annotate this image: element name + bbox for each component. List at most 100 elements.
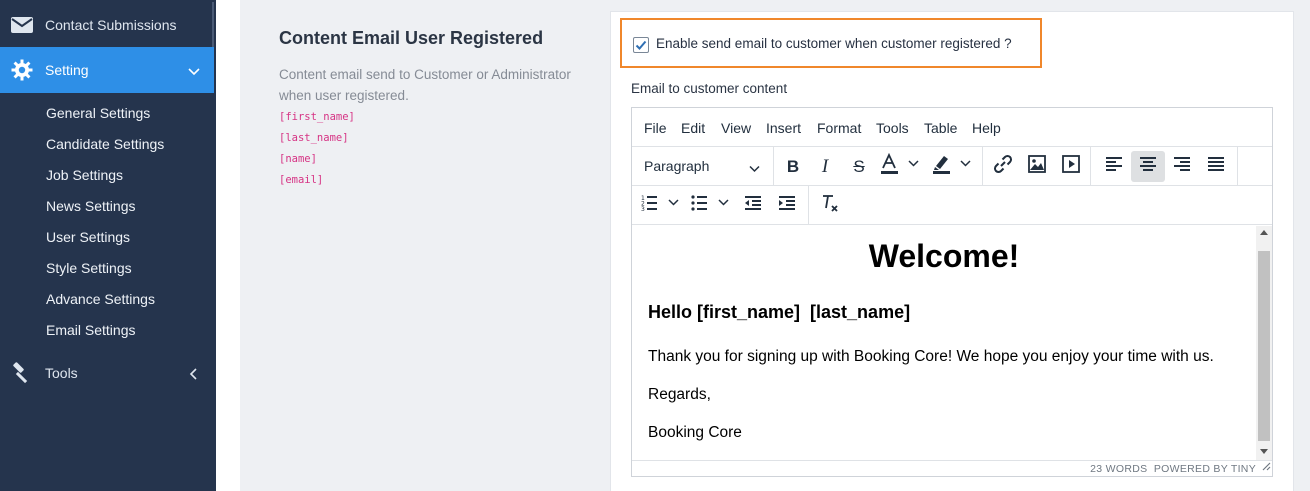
menu-table[interactable]: Table xyxy=(924,120,957,136)
menu-file[interactable]: File xyxy=(644,120,667,136)
align-left-icon xyxy=(1105,156,1123,177)
toolbar-separator xyxy=(982,147,983,185)
sidebar-subitem-email-settings[interactable]: Email Settings xyxy=(46,322,135,338)
block-format-dropdown[interactable]: Paragraph xyxy=(644,147,762,185)
outdent-icon xyxy=(744,195,762,216)
align-center-button[interactable] xyxy=(1131,151,1165,182)
sidebar-subitem-user-settings[interactable]: User Settings xyxy=(46,229,130,245)
align-justify-button[interactable] xyxy=(1199,151,1233,182)
link-icon xyxy=(993,154,1013,179)
menu-insert[interactable]: Insert xyxy=(766,120,801,136)
hammer-icon xyxy=(10,361,34,385)
sidebar-item-setting[interactable]: Setting xyxy=(0,47,214,93)
content-paragraph: Regards, xyxy=(648,386,711,403)
editor-toolbar-row-1: Paragraph B I S xyxy=(632,147,1272,186)
clear-formatting-button[interactable] xyxy=(813,190,847,221)
section-title: Content Email User Registered xyxy=(279,28,544,48)
settings-card: Enable send email to customer when custo… xyxy=(610,11,1294,491)
sidebar-item-label: Setting xyxy=(45,62,89,78)
indent-icon xyxy=(778,195,796,216)
placeholder-name: [name] xyxy=(279,153,317,165)
indent-button[interactable] xyxy=(770,190,804,221)
editor-menubar: File Edit View Insert Format Tools Table… xyxy=(632,108,1272,147)
align-right-button[interactable] xyxy=(1165,151,1199,182)
block-format-value: Paragraph xyxy=(644,158,710,174)
link-button[interactable] xyxy=(986,151,1020,182)
bullet-list-button[interactable] xyxy=(688,190,736,221)
content-field-label: Email to customer content xyxy=(631,81,788,96)
strikethrough-icon: S xyxy=(853,156,865,176)
outdent-button[interactable] xyxy=(736,190,770,221)
italic-button[interactable]: I xyxy=(808,151,842,182)
menu-edit[interactable]: Edit xyxy=(681,120,705,136)
media-button[interactable] xyxy=(1054,151,1088,182)
align-center-icon xyxy=(1139,156,1157,177)
chevron-down-icon xyxy=(749,161,760,177)
sidebar-item-tools[interactable]: Tools xyxy=(0,350,214,396)
main-gutter xyxy=(216,0,240,491)
enable-email-label[interactable]: Enable send email to customer when custo… xyxy=(656,36,1012,51)
placeholder-last-name: [last_name] xyxy=(279,132,349,144)
align-right-icon xyxy=(1173,156,1191,177)
sidebar-subitem-job-settings[interactable]: Job Settings xyxy=(46,167,123,183)
sidebar-item-label: Contact Submissions xyxy=(45,17,177,33)
content-greeting: Hello [first_name] [last_name] xyxy=(648,302,911,322)
bold-icon: B xyxy=(786,156,800,176)
powered-by-link[interactable]: POWERED BY TINY xyxy=(1154,463,1256,475)
enable-email-highlight: Enable send email to customer when custo… xyxy=(620,18,1042,68)
sidebar-subitem-general-settings[interactable]: General Settings xyxy=(46,105,150,121)
scroll-up-arrow-icon[interactable] xyxy=(1260,230,1268,235)
scroll-down-arrow-icon[interactable] xyxy=(1260,449,1268,454)
image-icon xyxy=(1027,154,1047,179)
placeholder-first-name: [first_name] xyxy=(279,111,355,123)
clear-formatting-icon xyxy=(820,193,840,218)
italic-icon: I xyxy=(821,155,829,177)
resize-handle-icon[interactable] xyxy=(1262,458,1271,476)
highlight-color-button[interactable] xyxy=(928,151,978,182)
sidebar-subitem-advance-settings[interactable]: Advance Settings xyxy=(46,291,155,307)
numbered-list-icon: 123 xyxy=(640,194,684,217)
media-play-icon xyxy=(1061,154,1081,179)
editor-scrollbar[interactable] xyxy=(1256,226,1272,460)
image-button[interactable] xyxy=(1020,151,1054,182)
sidebar-item-contact-submissions[interactable]: Contact Submissions xyxy=(0,2,214,48)
highlight-pen-icon xyxy=(931,153,975,180)
enable-email-checkbox[interactable] xyxy=(633,37,649,53)
svg-text:3: 3 xyxy=(641,206,645,212)
content-paragraph: Thank you for signing up with Booking Co… xyxy=(648,348,1214,365)
gear-icon xyxy=(10,58,34,82)
toolbar-separator xyxy=(773,147,774,185)
bold-button[interactable]: B xyxy=(776,151,810,182)
menu-view[interactable]: View xyxy=(721,120,751,136)
scrollbar-thumb[interactable] xyxy=(1258,251,1270,441)
menu-help[interactable]: Help xyxy=(972,120,1001,136)
toolbar-separator xyxy=(808,186,809,224)
toolbar-separator xyxy=(1237,147,1238,185)
sidebar-subitem-style-settings[interactable]: Style Settings xyxy=(46,260,132,276)
strikethrough-button[interactable]: S xyxy=(842,151,876,182)
chevron-left-icon[interactable] xyxy=(188,367,200,380)
menu-format[interactable]: Format xyxy=(817,120,861,136)
sidebar: Contact Submissions Setting General Sett… xyxy=(0,0,216,491)
sidebar-item-label: Tools xyxy=(45,365,78,381)
sidebar-subitem-candidate-settings[interactable]: Candidate Settings xyxy=(46,136,164,152)
placeholder-email: [email] xyxy=(279,174,324,186)
editor-content-area[interactable]: Welcome! Hello [first_name] [last_name] … xyxy=(632,226,1256,460)
editor-statusbar: 23 WORDS POWERED BY TINY xyxy=(632,460,1272,477)
sidebar-subitem-news-settings[interactable]: News Settings xyxy=(46,198,135,214)
rich-text-editor: File Edit View Insert Format Tools Table… xyxy=(631,107,1273,477)
align-justify-icon xyxy=(1207,156,1225,177)
toolbar-separator xyxy=(1090,147,1091,185)
section-description: Content email send to Customer or Admini… xyxy=(279,67,571,103)
editor-toolbar-row-2: 123 xyxy=(632,186,1272,225)
menu-tools[interactable]: Tools xyxy=(876,120,909,136)
numbered-list-button[interactable]: 123 xyxy=(638,190,686,221)
chevron-down-icon[interactable] xyxy=(188,64,200,76)
align-left-button[interactable] xyxy=(1097,151,1131,182)
word-count: 23 WORDS xyxy=(1090,463,1148,475)
text-color-button[interactable] xyxy=(876,151,926,182)
main-content: Content Email User Registered Content em… xyxy=(216,0,1310,491)
envelope-icon xyxy=(10,13,34,37)
status-text: 23 WORDS POWERED BY TINY xyxy=(1090,463,1256,475)
content-paragraph: Booking Core xyxy=(648,424,742,441)
